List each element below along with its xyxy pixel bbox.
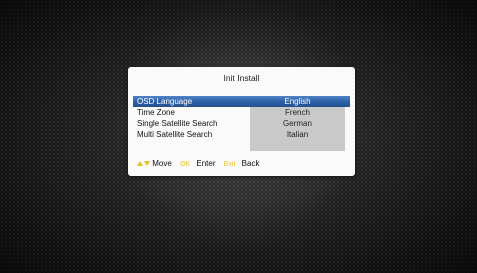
help-bar: Move OK Enter Exit Back — [137, 158, 265, 170]
menu-item-label: Multi Satellite Search — [137, 130, 213, 139]
language-option-french[interactable]: French — [250, 107, 345, 118]
ok-key-label: OK — [180, 161, 191, 168]
init-install-dialog: Init Install OSD Language Time Zone Sing… — [128, 67, 355, 176]
help-enter: OK Enter — [180, 158, 215, 171]
language-option-italian[interactable]: Italian — [250, 129, 345, 140]
language-option-german[interactable]: German — [250, 118, 345, 129]
move-label: Move — [152, 159, 172, 168]
menu-item-label: OSD Language — [137, 97, 193, 106]
back-label: Back — [241, 159, 260, 168]
menu-item-label: Single Satellite Search — [137, 119, 218, 128]
up-arrow-icon — [137, 161, 143, 167]
down-arrow-icon — [144, 161, 150, 167]
menu-item-label: Time Zone — [137, 108, 175, 117]
language-option-english[interactable]: English — [250, 96, 345, 107]
exit-key-label: Exit — [223, 161, 236, 168]
help-back: Exit Back — [224, 158, 260, 171]
help-move: Move — [137, 158, 172, 170]
dialog-title: Init Install — [223, 73, 260, 83]
language-option-list: English French German Italian — [250, 96, 345, 151]
enter-label: Enter — [196, 159, 216, 168]
